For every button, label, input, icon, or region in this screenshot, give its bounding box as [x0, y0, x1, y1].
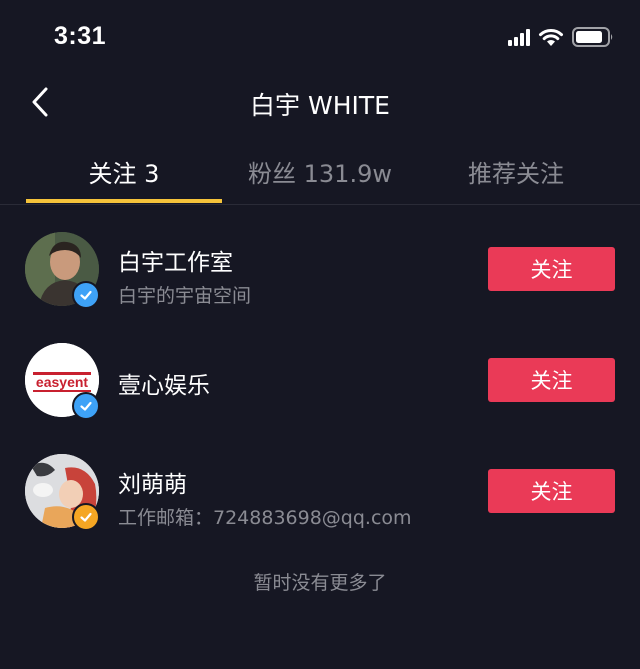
- tab-bar: 关注 3 粉丝 131.9w 推荐关注: [0, 140, 640, 205]
- user-bio: 工作邮箱：724883698@qq.com: [118, 507, 412, 529]
- tab-fans[interactable]: 粉丝 131.9w: [222, 154, 418, 189]
- status-icons: [508, 27, 614, 47]
- follow-button[interactable]: 关注: [488, 469, 615, 513]
- wifi-icon: [539, 29, 563, 46]
- follow-button[interactable]: 关注: [488, 358, 615, 402]
- svg-text:easyent: easyent: [36, 374, 88, 390]
- user-name: 白宇工作室: [118, 250, 233, 276]
- user-name: 刘萌萌: [118, 472, 187, 498]
- active-tab-indicator: [26, 199, 222, 203]
- battery-icon: [572, 27, 613, 47]
- list-item[interactable]: 白宇工作室 白宇的宇宙空间 关注: [0, 205, 640, 316]
- nav-bar: 白宇 WHITE: [0, 76, 640, 130]
- list-item[interactable]: easyent 壹心娱乐 关注: [0, 316, 640, 427]
- page-title: 白宇 WHITE: [250, 91, 390, 120]
- verified-badge-icon: [72, 392, 100, 420]
- tab-following[interactable]: 关注 3: [26, 154, 222, 189]
- list-item[interactable]: 刘萌萌 工作邮箱：724883698@qq.com 关注: [0, 427, 640, 538]
- verified-badge-icon: [72, 281, 100, 309]
- status-time: 3:31: [54, 22, 107, 50]
- tab-recommended[interactable]: 推荐关注: [418, 154, 614, 189]
- no-more-text: 暂时没有更多了: [253, 572, 387, 594]
- user-bio: 白宇的宇宙空间: [118, 285, 252, 307]
- follow-button[interactable]: 关注: [488, 247, 615, 291]
- status-bar: 3:31: [0, 0, 640, 76]
- user-name: 壹心娱乐: [118, 373, 210, 399]
- verified-badge-icon: [72, 503, 100, 531]
- cellular-signal-icon: [508, 28, 530, 46]
